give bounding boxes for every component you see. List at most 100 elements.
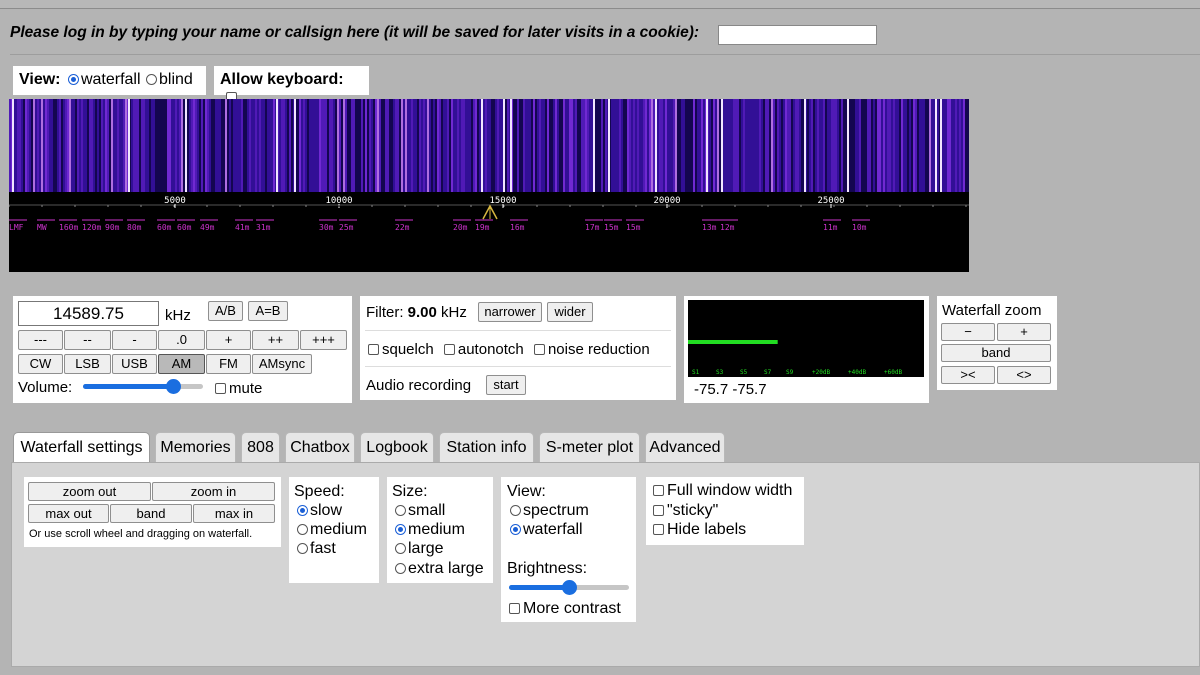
pan-right-button[interactable]: <>: [997, 366, 1051, 384]
pan-left-button[interactable]: ><: [941, 366, 995, 384]
mode-fm-button[interactable]: FM: [206, 354, 251, 374]
size-small-label: small: [408, 502, 446, 519]
settings-max-in-button[interactable]: max in: [193, 504, 275, 523]
volume-slider-thumb[interactable]: [166, 379, 181, 394]
waterfall-streak: [197, 99, 199, 192]
view-spectrum-radio[interactable]: [510, 505, 521, 516]
speed-fast-option[interactable]: fast: [294, 540, 336, 558]
waterfall-streak: [869, 99, 871, 192]
tab-chatbox[interactable]: Chatbox: [285, 432, 355, 462]
zoom-plus-button[interactable]: +: [997, 323, 1051, 341]
tab-808[interactable]: 808: [241, 432, 280, 462]
brightness-slider[interactable]: [509, 580, 629, 595]
a-equals-b-button[interactable]: A=B: [248, 301, 288, 321]
waterfall-streak: [475, 99, 477, 192]
mute-checkbox[interactable]: [215, 383, 226, 394]
view-waterfall-option[interactable]: waterfall: [507, 521, 583, 539]
volume-slider[interactable]: [83, 379, 203, 394]
waterfall-streak: [697, 99, 699, 192]
settings-zoom-in-button[interactable]: zoom in: [152, 482, 275, 501]
size-extra-large-option[interactable]: extra large: [392, 560, 484, 578]
settings-zoom-out-button[interactable]: zoom out: [28, 482, 151, 501]
view-spectrum-option[interactable]: spectrum: [507, 502, 589, 520]
size-large-option[interactable]: large: [392, 540, 444, 558]
zoom-band-button[interactable]: band: [941, 344, 1051, 362]
wider-button[interactable]: wider: [547, 302, 593, 322]
tab-station-info[interactable]: Station info: [439, 432, 534, 462]
step-up-3-button[interactable]: +++: [300, 330, 347, 350]
speed-fast-label: fast: [310, 540, 336, 557]
speed-fast-radio[interactable]: [297, 543, 308, 554]
settings-band-button[interactable]: band: [110, 504, 192, 523]
waterfall-streak: [909, 99, 911, 192]
full-width-control[interactable]: Full window width: [651, 482, 792, 500]
narrower-button[interactable]: narrower: [478, 302, 542, 322]
frequency-input[interactable]: 14589.75: [18, 301, 159, 326]
more-contrast-control[interactable]: More contrast: [507, 600, 621, 618]
band-label: 60m: [157, 223, 172, 232]
size-extra-large-radio[interactable]: [395, 563, 406, 574]
ab-button[interactable]: A/B: [208, 301, 243, 321]
step-up-1-button[interactable]: +: [206, 330, 251, 350]
tab-advanced[interactable]: Advanced: [645, 432, 725, 462]
waterfall-streak: [365, 99, 367, 192]
autonotch-checkbox[interactable]: [443, 344, 455, 355]
frequency-unit: kHz: [165, 307, 191, 324]
mute-control[interactable]: mute: [213, 380, 262, 397]
brightness-slider-thumb[interactable]: [562, 580, 577, 595]
speed-slow-option[interactable]: slow: [294, 502, 342, 520]
speed-medium-radio[interactable]: [297, 524, 308, 535]
frequency-scale[interactable]: 5000 10000 15000 20000 25000 LMF MW 160m 120m 90m…: [9, 192, 969, 272]
sticky-checkbox[interactable]: [653, 505, 664, 516]
more-contrast-checkbox[interactable]: [509, 603, 520, 614]
step-up-2-button[interactable]: ++: [252, 330, 299, 350]
size-medium-radio[interactable]: [395, 524, 406, 535]
display-options-box: Full window width "sticky" Hide labels: [646, 477, 804, 545]
hide-labels-checkbox[interactable]: [653, 524, 664, 535]
autonotch-control[interactable]: autonotch: [442, 341, 524, 358]
mode-am-button[interactable]: AM: [158, 354, 205, 374]
band-label: 20m: [453, 223, 468, 232]
size-small-option[interactable]: small: [392, 502, 445, 520]
tab-smeter-plot[interactable]: S-meter plot: [539, 432, 640, 462]
blind-view-radio[interactable]: [145, 74, 157, 85]
mode-cw-button[interactable]: CW: [18, 354, 63, 374]
waterfall-streak: [605, 99, 607, 192]
noise-reduction-control[interactable]: noise reduction: [532, 341, 650, 358]
step-down-3-button[interactable]: ---: [18, 330, 63, 350]
waterfall-display[interactable]: 5000 10000 15000 20000 25000 LMF MW 160m 120m 90m…: [9, 99, 969, 272]
full-width-checkbox[interactable]: [653, 485, 664, 496]
round-button[interactable]: .0: [158, 330, 205, 350]
step-down-2-button[interactable]: --: [64, 330, 111, 350]
waterfall-streak: [229, 99, 231, 192]
waterfall-streak: [465, 99, 467, 192]
squelch-control[interactable]: squelch: [366, 341, 434, 358]
size-medium-option[interactable]: medium: [392, 521, 465, 539]
sticky-control[interactable]: "sticky": [651, 502, 718, 520]
tab-logbook[interactable]: Logbook: [360, 432, 434, 462]
hide-labels-control[interactable]: Hide labels: [651, 521, 746, 539]
zoom-minus-button[interactable]: −: [941, 323, 995, 341]
waterfall-streak: [727, 99, 729, 192]
speed-medium-option[interactable]: medium: [294, 521, 367, 539]
callsign-input[interactable]: [718, 25, 877, 45]
settings-max-out-button[interactable]: max out: [28, 504, 109, 523]
squelch-checkbox[interactable]: [368, 344, 379, 355]
step-down-1-button[interactable]: -: [112, 330, 157, 350]
mode-lsb-button[interactable]: LSB: [64, 354, 111, 374]
waterfall-image[interactable]: [9, 99, 969, 192]
size-large-radio[interactable]: [395, 543, 406, 554]
speed-slow-radio[interactable]: [297, 505, 308, 516]
waterfall-streak: [323, 99, 325, 192]
mode-amsync-button[interactable]: AMsync: [252, 354, 312, 374]
size-small-radio[interactable]: [395, 505, 406, 516]
waterfall-streak: [51, 99, 53, 192]
waterfall-streak: [957, 99, 959, 192]
view-waterfall-radio[interactable]: [510, 524, 521, 535]
record-start-button[interactable]: start: [486, 375, 526, 395]
mode-usb-button[interactable]: USB: [112, 354, 157, 374]
waterfall-view-radio[interactable]: [67, 74, 79, 85]
noise-reduction-checkbox[interactable]: [533, 344, 545, 355]
tab-memories[interactable]: Memories: [155, 432, 236, 462]
tab-waterfall-settings[interactable]: Waterfall settings: [13, 432, 150, 464]
